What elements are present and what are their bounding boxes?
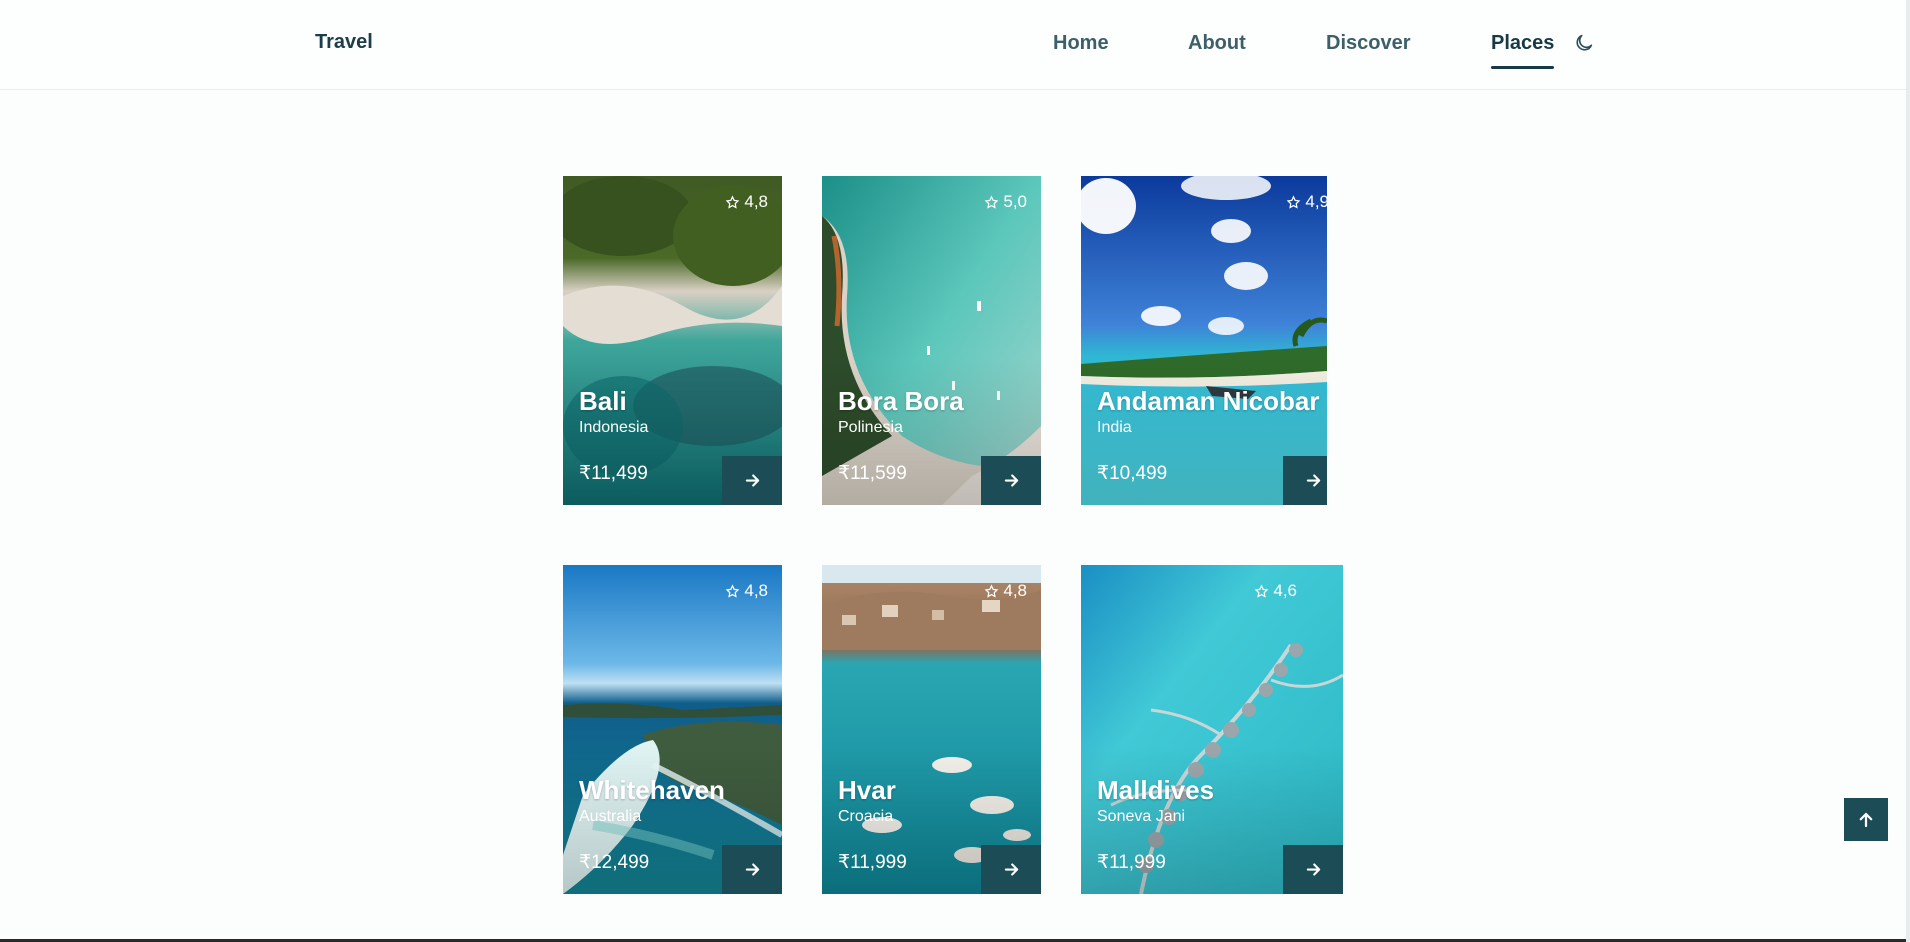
place-card-bali[interactable]: 4,8 Bali Indonesia ₹11,499: [563, 176, 782, 505]
rating: 4,8: [725, 581, 768, 601]
view-place-button[interactable]: [722, 456, 782, 505]
scrollbar-track[interactable]: [1906, 0, 1910, 942]
place-name: Andaman Nicobar: [1097, 386, 1320, 416]
place-card-whitehaven[interactable]: 4,8 Whitehaven Australia ₹12,499: [563, 565, 782, 894]
rating: 4,8: [984, 581, 1027, 601]
place-name: Hvar: [838, 775, 896, 805]
view-place-button[interactable]: [1283, 456, 1327, 505]
place-name: Bali: [579, 386, 627, 416]
place-price: ₹12,499: [579, 852, 650, 873]
place-card-bora-bora[interactable]: 5,0 Bora Bora Polinesia ₹11,599: [822, 176, 1041, 505]
place-name: Whitehaven: [579, 775, 725, 805]
place-card-malldives[interactable]: 4,6 Malldives Soneva Jani ₹11,999: [1081, 565, 1343, 894]
star-icon: [726, 583, 740, 598]
moon-icon[interactable]: [1573, 32, 1595, 54]
place-price: ₹11,599: [838, 463, 907, 484]
place-card-hvar[interactable]: 4,8 Hvar Croacia ₹11,999: [822, 565, 1041, 894]
rating-value: 4,8: [744, 192, 768, 211]
view-place-button[interactable]: [722, 845, 782, 894]
place-location: Indonesia: [579, 419, 649, 436]
star-icon: [726, 194, 740, 209]
rating-value: 4,9: [1305, 192, 1327, 211]
arrow-right-icon: [1004, 863, 1018, 876]
place-name: Malldives: [1097, 775, 1215, 805]
arrow-up-icon: [1859, 812, 1873, 827]
rating-value: 4,8: [744, 581, 768, 600]
place-location: Polinesia: [838, 419, 903, 436]
nav-home[interactable]: Home: [1053, 32, 1109, 55]
place-location: Australia: [579, 808, 642, 825]
nav-places[interactable]: Places: [1491, 32, 1554, 55]
rating: 4,6: [1254, 581, 1297, 601]
nav-discover[interactable]: Discover: [1326, 32, 1411, 55]
place-name: Bora Bora: [838, 386, 964, 416]
arrow-right-icon: [1306, 863, 1320, 876]
place-price: ₹11,999: [838, 852, 907, 873]
scroll-to-top-button[interactable]: [1844, 798, 1888, 841]
place-card-andaman-nicobar[interactable]: 4,9 Andaman Nicobar India ₹10,499: [1081, 176, 1327, 505]
arrow-right-icon: [1004, 474, 1018, 487]
star-icon: [1287, 194, 1301, 209]
view-place-button[interactable]: [981, 845, 1041, 894]
place-price: ₹11,499: [579, 463, 648, 484]
arrow-right-icon: [745, 863, 759, 876]
rating: 4,8: [725, 192, 768, 212]
rating: 5,0: [984, 192, 1027, 212]
star-icon: [985, 583, 999, 598]
place-location: Soneva Jani: [1097, 808, 1186, 825]
rating-value: 4,6: [1273, 581, 1297, 600]
rating: 4,9: [1286, 192, 1327, 212]
arrow-right-icon: [1306, 474, 1320, 487]
star-icon: [1255, 583, 1269, 598]
nav-active-indicator: [1491, 66, 1554, 69]
place-price: ₹11,999: [1097, 852, 1166, 873]
view-place-button[interactable]: [1283, 845, 1343, 894]
nav-about[interactable]: About: [1188, 32, 1246, 55]
place-location: Croacia: [838, 808, 894, 825]
star-icon: [985, 194, 999, 209]
arrow-right-icon: [745, 474, 759, 487]
place-price: ₹10,499: [1097, 463, 1168, 484]
place-location: India: [1097, 419, 1132, 436]
view-place-button[interactable]: [981, 456, 1041, 505]
rating-value: 4,8: [1003, 581, 1027, 600]
header: Travel Home About Discover Places: [0, 0, 1906, 90]
logo[interactable]: Travel: [315, 31, 373, 54]
rating-value: 5,0: [1003, 192, 1027, 211]
